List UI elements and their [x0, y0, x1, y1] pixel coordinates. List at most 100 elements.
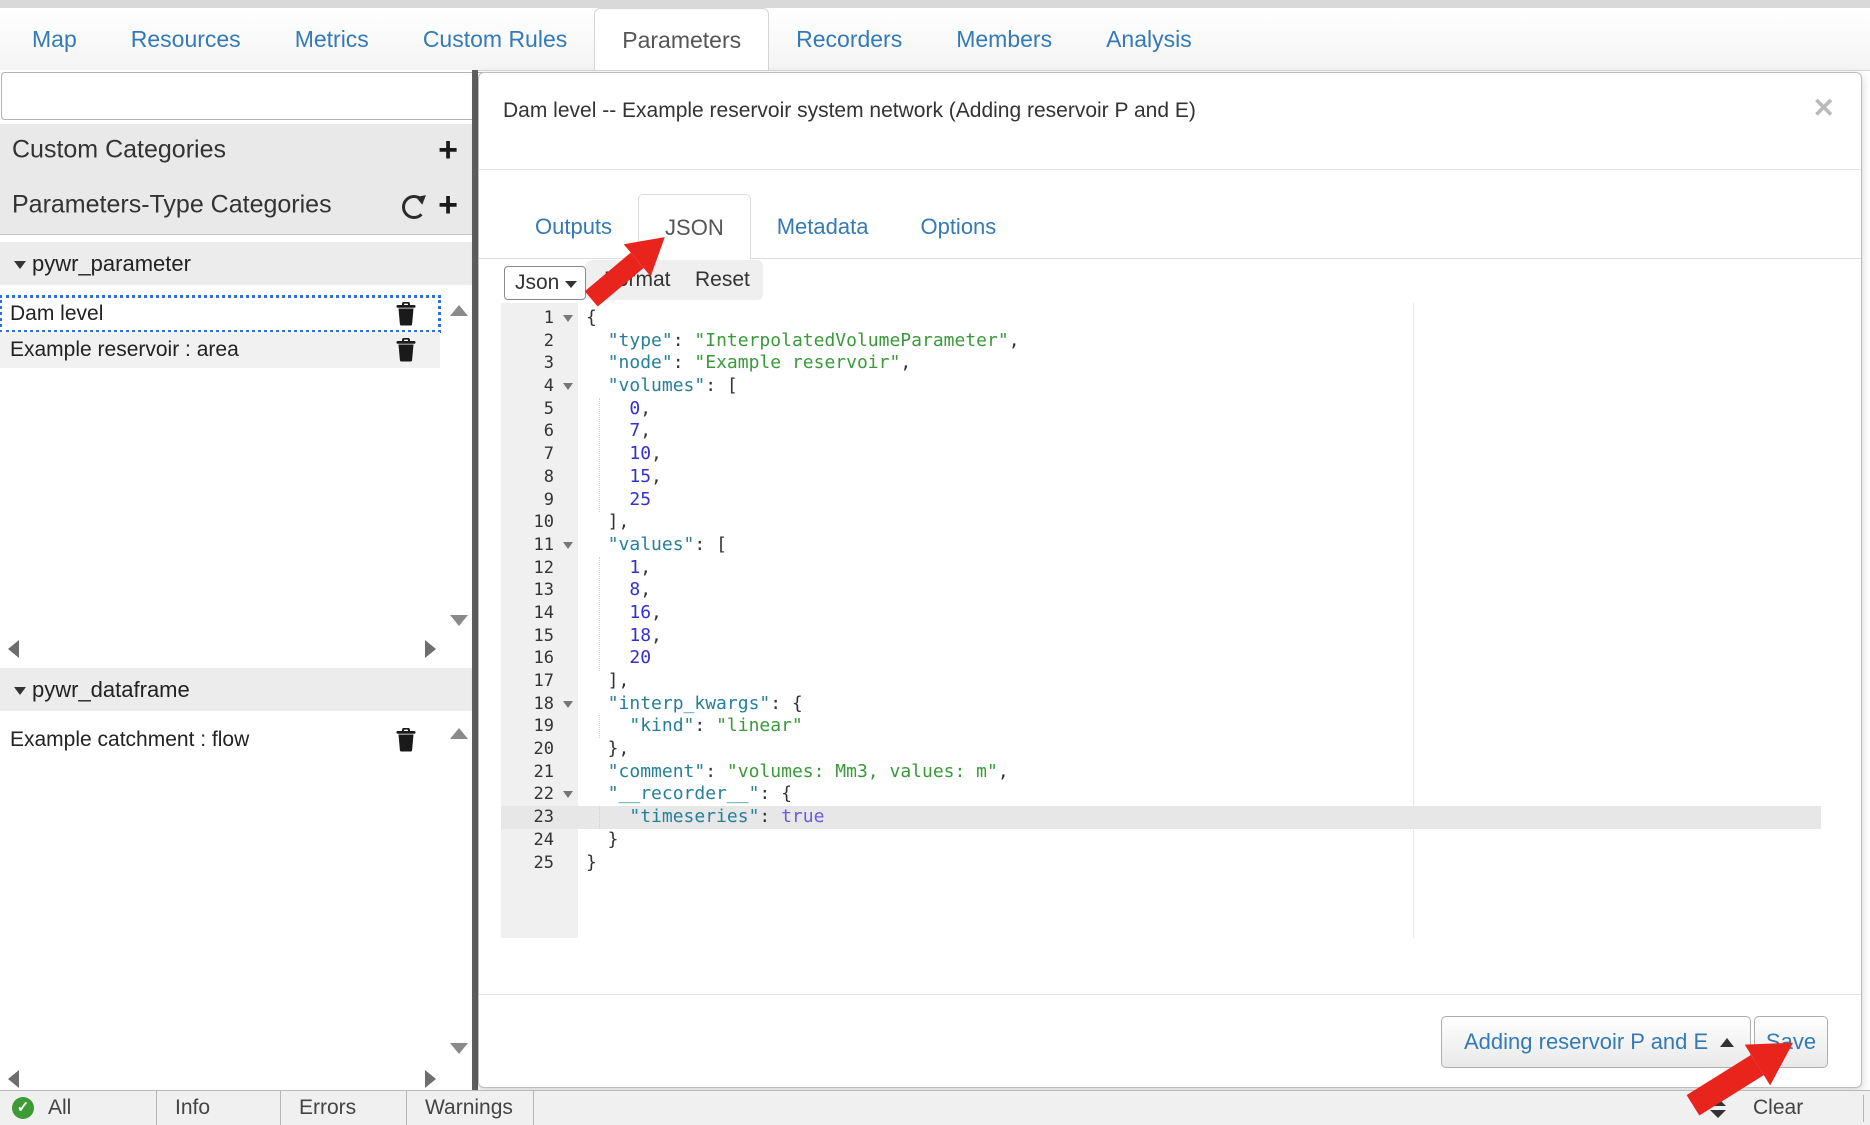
code-line[interactable]: 20 — [586, 647, 1020, 670]
code-line[interactable]: "node": "Example reservoir", — [586, 352, 1020, 375]
nav-tab-metrics[interactable]: Metrics — [268, 8, 396, 70]
code-line[interactable]: } — [586, 852, 1020, 875]
pywr-dataframe-items: Example catchment : flow — [0, 722, 440, 758]
code-line[interactable]: "values": [ — [586, 534, 1020, 557]
gutter-line: 3 — [501, 352, 578, 375]
log-filter-warnings[interactable]: Warnings — [407, 1091, 534, 1125]
print-margin-line — [1413, 303, 1414, 938]
gutter-line: 25 — [501, 852, 578, 875]
code-line[interactable]: 10, — [586, 443, 1020, 466]
group-pywr-dataframe[interactable]: pywr_dataframe — [0, 668, 472, 711]
group-pywr-parameter[interactable]: pywr_parameter — [0, 242, 472, 285]
nav-tab-recorders[interactable]: Recorders — [769, 8, 929, 70]
code-line[interactable]: "__recorder__": { — [586, 783, 1020, 806]
nav-tab-members[interactable]: Members — [929, 8, 1079, 70]
save-button[interactable]: Save — [1754, 1016, 1828, 1068]
refresh-icon[interactable] — [402, 193, 426, 217]
gutter-line: 19 — [501, 715, 578, 738]
scenario-select-button[interactable]: Adding reservoir P and E — [1441, 1016, 1751, 1068]
nav-tab-parameters[interactable]: Parameters — [594, 8, 769, 70]
fold-caret-icon[interactable] — [563, 701, 573, 708]
clear-log-button[interactable]: Clear — [1753, 1091, 1803, 1125]
code-line[interactable]: ], — [586, 670, 1020, 693]
tab-outputs[interactable]: Outputs — [509, 194, 638, 259]
group-label: pywr_dataframe — [32, 677, 190, 703]
scroll-left-icon[interactable] — [8, 1070, 19, 1088]
scroll-up-icon[interactable] — [450, 728, 468, 739]
scroll-up-icon[interactable] — [450, 305, 468, 316]
json-editor[interactable]: 1234567891011121314151617181920212223242… — [501, 303, 1821, 938]
log-filter-info[interactable]: Info — [157, 1091, 281, 1125]
custom-categories-title: Custom Categories — [12, 136, 226, 165]
nav-tab-resources[interactable]: Resources — [104, 8, 268, 70]
gutter-line: 9 — [501, 489, 578, 512]
tab-metadata[interactable]: Metadata — [751, 194, 895, 259]
tab-json[interactable]: JSON — [638, 194, 751, 260]
reset-button[interactable]: Reset — [695, 268, 750, 292]
trash-icon[interactable] — [396, 338, 416, 362]
list-item-label: Example catchment : flow — [10, 728, 249, 752]
scroll-down-icon[interactable] — [450, 1043, 468, 1054]
scroll-right-icon[interactable] — [425, 1070, 436, 1088]
gutter-line: 11 — [501, 534, 578, 557]
parameter-type-categories-header: Parameters-Type Categories + — [0, 176, 472, 235]
status-bar: ✓AllInfoErrorsWarnings Clear — [0, 1090, 1870, 1125]
code-line[interactable]: "interp_kwargs": { — [586, 693, 1020, 716]
code-line[interactable]: ], — [586, 511, 1020, 534]
code-line[interactable]: 15, — [586, 466, 1020, 489]
editor-mode-select[interactable]: Json — [504, 266, 586, 300]
code-line[interactable]: "type": "InterpolatedVolumeParameter", — [586, 330, 1020, 353]
editor-code[interactable]: { "type": "InterpolatedVolumeParameter",… — [586, 307, 1020, 874]
tab-options[interactable]: Options — [894, 194, 1022, 259]
editor-gutter: 1234567891011121314151617181920212223242… — [501, 307, 578, 874]
add-custom-category-button[interactable]: + — [438, 133, 458, 167]
gutter-line: 14 — [501, 602, 578, 625]
fold-caret-icon[interactable] — [563, 315, 573, 322]
gutter-line: 15 — [501, 625, 578, 648]
close-icon[interactable]: ✕ — [1812, 93, 1835, 124]
code-line[interactable]: 18, — [586, 625, 1020, 648]
nav-tab-map[interactable]: Map — [5, 8, 104, 70]
dialog-title: Dam level -- Example reservoir system ne… — [503, 99, 1196, 123]
nav-tab-custom-rules[interactable]: Custom Rules — [396, 8, 594, 70]
code-line[interactable]: 8, — [586, 579, 1020, 602]
sort-icon[interactable] — [1710, 1098, 1726, 1118]
gutter-line: 21 — [501, 761, 578, 784]
code-line[interactable]: "kind": "linear" — [586, 715, 1020, 738]
app: MapResourcesMetricsCustom RulesParameter… — [0, 0, 1870, 1125]
gutter-line: 10 — [501, 511, 578, 534]
code-line[interactable]: "volumes": [ — [586, 375, 1020, 398]
code-line[interactable]: 25 — [586, 489, 1020, 512]
gutter-line: 13 — [501, 579, 578, 602]
list-item-example-catchment-flow[interactable]: Example catchment : flow — [0, 722, 440, 758]
scroll-right-icon[interactable] — [425, 640, 436, 658]
nav-tabs: MapResourcesMetricsCustom RulesParameter… — [5, 8, 1870, 70]
code-line[interactable]: 16, — [586, 602, 1020, 625]
trash-icon[interactable] — [396, 728, 416, 752]
trash-icon[interactable] — [396, 302, 416, 326]
fold-caret-icon[interactable] — [563, 542, 573, 549]
code-line[interactable]: "timeseries": true — [586, 806, 1020, 829]
chevron-down-icon — [14, 261, 26, 269]
add-parameter-category-button[interactable]: + — [438, 188, 458, 222]
gutter-line: 4 — [501, 375, 578, 398]
code-line[interactable]: { — [586, 307, 1020, 330]
code-line[interactable]: 1, — [586, 557, 1020, 580]
code-line[interactable]: 7, — [586, 420, 1020, 443]
list-item-example-reservoir-area[interactable]: Example reservoir : area — [0, 332, 440, 368]
fold-caret-icon[interactable] — [563, 383, 573, 390]
scroll-down-icon[interactable] — [450, 615, 468, 626]
log-filter-errors[interactable]: Errors — [281, 1091, 407, 1125]
category-search-input[interactable] — [1, 72, 489, 120]
scroll-left-icon[interactable] — [8, 640, 19, 658]
code-line[interactable]: "comment": "volumes: Mm3, values: m", — [586, 761, 1020, 784]
log-filter-all[interactable]: ✓All — [0, 1091, 157, 1125]
code-line[interactable]: 0, — [586, 398, 1020, 421]
fold-caret-icon[interactable] — [563, 791, 573, 798]
parameter-type-categories-title: Parameters-Type Categories — [12, 191, 332, 220]
code-line[interactable]: }, — [586, 738, 1020, 761]
format-button[interactable]: Format — [604, 268, 671, 292]
list-item-dam-level[interactable]: Dam level — [0, 296, 440, 332]
code-line[interactable]: } — [586, 829, 1020, 852]
nav-tab-analysis[interactable]: Analysis — [1079, 8, 1219, 70]
